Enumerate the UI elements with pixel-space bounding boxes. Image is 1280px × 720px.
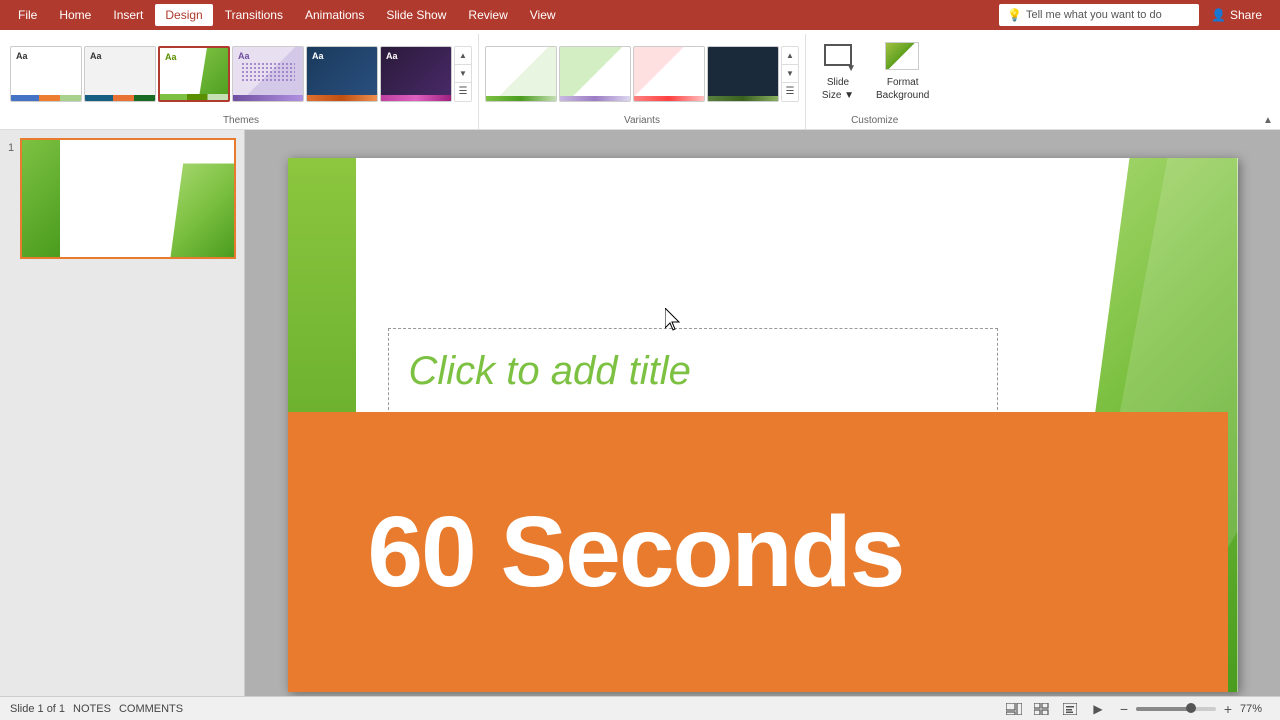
slide-thumbnail-1[interactable] (20, 138, 236, 259)
menu-insert[interactable]: Insert (103, 4, 153, 26)
main-area: 1 Click to add title (0, 130, 1280, 720)
menu-view[interactable]: View (520, 4, 566, 26)
slide-thumbnail-container: 1 (8, 138, 236, 259)
variants-label: Variants (624, 115, 660, 129)
menu-animations[interactable]: Animations (295, 4, 374, 26)
normal-view-button[interactable] (1004, 699, 1024, 719)
menu-transitions[interactable]: Transitions (215, 4, 293, 26)
theme-dark-purple[interactable]: Aa (380, 46, 452, 102)
theme-dotted[interactable]: Aa (232, 46, 304, 102)
themes-label: Themes (223, 115, 259, 129)
notes-button[interactable]: NOTES (73, 703, 111, 715)
menu-slideshow[interactable]: Slide Show (376, 4, 456, 26)
orange-overlay-banner: 60 Seconds (288, 412, 1228, 692)
variant-2[interactable] (559, 46, 631, 102)
format-background-icon (885, 42, 921, 74)
zoom-level: 77% (1240, 703, 1270, 715)
format-background-label: FormatBackground (876, 76, 929, 102)
slide-size-icon: ▼ (820, 42, 856, 74)
theme-2[interactable]: Aa (84, 46, 156, 102)
customize-label: Customize (851, 115, 898, 129)
title-placeholder[interactable]: Click to add title (388, 328, 998, 415)
variant-scroll-down[interactable]: ▼ (782, 65, 798, 83)
theme-dark-blue[interactable]: Aa (306, 46, 378, 102)
menu-design[interactable]: Design (155, 4, 212, 26)
variant-scroll-buttons[interactable]: ▲ ▼ ☰ (781, 46, 799, 102)
comments-button[interactable]: COMMENTS (119, 703, 183, 715)
theme-scroll-up[interactable]: ▲ (455, 47, 471, 65)
theme-more[interactable]: ☰ (455, 83, 471, 101)
theme-office[interactable]: Aa (10, 46, 82, 102)
variant-1[interactable] (485, 46, 557, 102)
variant-scroll-up[interactable]: ▲ (782, 47, 798, 65)
slide-sorter-button[interactable] (1032, 699, 1052, 719)
slide-info: Slide 1 of 1 (10, 703, 65, 715)
themes-section: Aa Aa Aa Aa (4, 34, 479, 129)
slide-size-button[interactable]: ▼ SlideSize ▼ (814, 38, 862, 106)
menu-review[interactable]: Review (458, 4, 517, 26)
overlay-countdown-text: 60 Seconds (288, 495, 904, 610)
thumb-green-left (22, 140, 60, 257)
menu-bar: File Home Insert Design Transitions Anim… (0, 0, 1280, 30)
thumb-green-right (170, 163, 234, 257)
variants-section: ▲ ▼ ☰ Variants (479, 34, 806, 129)
ribbon: Aa Aa Aa Aa (0, 30, 1280, 130)
theme-green-selected[interactable]: Aa (158, 46, 230, 102)
share-button[interactable]: 👤 Share (1201, 6, 1272, 24)
menu-home[interactable]: Home (49, 4, 101, 26)
zoom-out-button[interactable]: − (1116, 701, 1132, 717)
variant-4[interactable] (707, 46, 779, 102)
search-placeholder-text: Tell me what you want to do (1026, 9, 1162, 21)
zoom-slider[interactable] (1136, 707, 1216, 711)
statusbar: Slide 1 of 1 NOTES COMMENTS (0, 696, 1280, 720)
menu-file[interactable]: File (8, 4, 47, 26)
slide-size-label: SlideSize ▼ (822, 76, 854, 102)
theme-scroll-buttons[interactable]: ▲ ▼ ☰ (454, 46, 472, 102)
collapse-ribbon-button[interactable]: ▲ (1260, 112, 1276, 128)
zoom-controls: − + 77% (1116, 701, 1270, 717)
title-text: Click to add title (409, 349, 691, 393)
variant-more[interactable]: ☰ (782, 83, 798, 101)
slide-number: 1 (8, 138, 14, 154)
customize-section: ▼ SlideSize ▼ FormatBackground Customize (806, 34, 943, 129)
canvas-area: Click to add title subtitle 60 Seconds (245, 130, 1280, 720)
variant-3[interactable] (633, 46, 705, 102)
status-right-controls: ▶ − + 77% (1004, 699, 1270, 719)
format-background-button[interactable]: FormatBackground (870, 38, 935, 106)
search-box[interactable]: 💡 Tell me what you want to do (999, 4, 1199, 26)
slide-panel: 1 (0, 130, 245, 720)
zoom-in-button[interactable]: + (1220, 701, 1236, 717)
slide-canvas[interactable]: Click to add title subtitle 60 Seconds (288, 158, 1238, 692)
slideshow-button[interactable]: ▶ (1088, 699, 1108, 719)
theme-scroll-down[interactable]: ▼ (455, 65, 471, 83)
reading-view-button[interactable] (1060, 699, 1080, 719)
